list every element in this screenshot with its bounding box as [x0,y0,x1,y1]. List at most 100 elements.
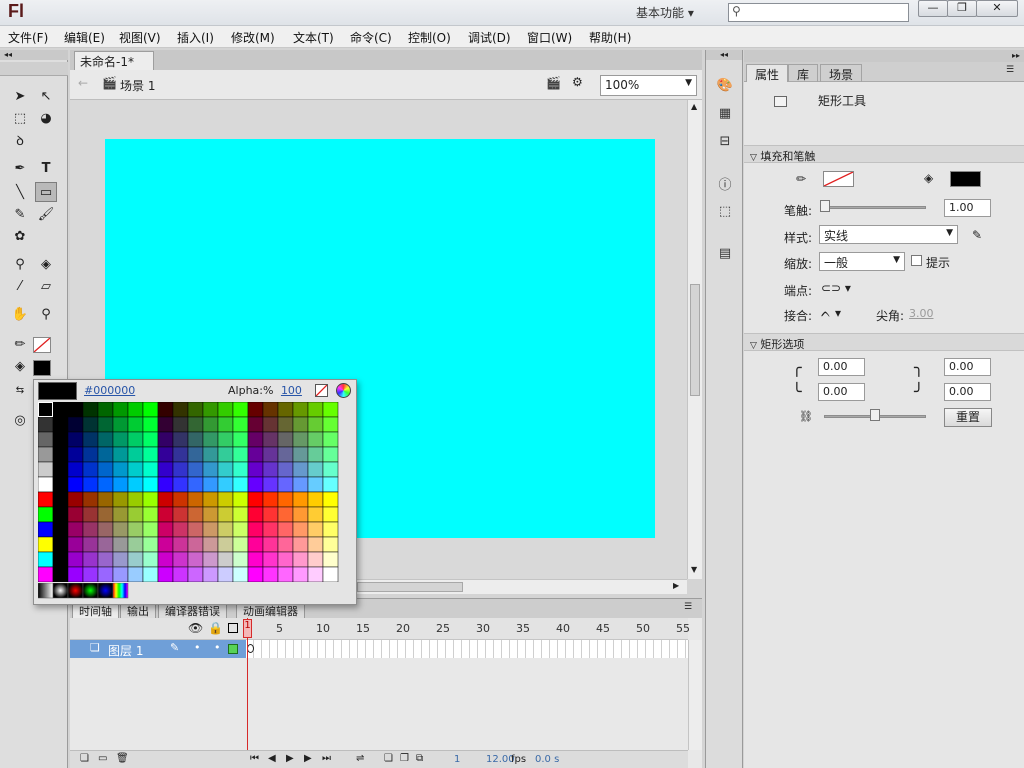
swatch-cell[interactable] [307,402,324,418]
swatch-cell[interactable] [157,446,174,463]
last-frame-icon[interactable]: ⏭ [322,753,331,764]
hex-color-value[interactable]: #000000 [84,384,135,397]
swatch-cell[interactable] [82,476,99,493]
fill-color-swatch[interactable] [33,360,51,376]
swatch-cell[interactable] [82,506,99,523]
edit-style-pencil-icon[interactable]: ✎ [972,228,982,242]
swatch-cell[interactable] [277,446,294,463]
swatch-cell[interactable] [217,431,234,448]
swatch-cell[interactable] [217,476,234,493]
swatch-cell[interactable] [322,566,339,582]
swatch-cell[interactable] [217,551,234,568]
swatch-cell[interactable] [292,521,309,538]
swatch-grid[interactable] [38,402,354,582]
swatch-cell[interactable] [262,506,279,523]
swatch-cell[interactable] [67,402,84,418]
swatch-cell[interactable] [52,446,69,463]
menu-control[interactable]: 控制(O) [408,29,451,46]
swatch-cell[interactable] [82,491,99,508]
swatch-cell[interactable] [202,446,219,463]
swatch-cell[interactable] [247,461,264,478]
swatch-cell[interactable] [127,506,144,523]
tools-grip[interactable] [0,62,68,76]
swatch-cell[interactable] [112,461,129,478]
stroke-color-swatch[interactable] [823,171,854,187]
menu-help[interactable]: 帮助(H) [589,29,631,46]
swatch-cell[interactable] [38,476,54,493]
scroll-up-arrow[interactable]: ▲ [691,102,697,111]
align-panel-icon[interactable]: ⊟ [714,130,736,152]
gradient-swatch[interactable] [52,583,69,599]
swatch-cell[interactable] [292,491,309,508]
swatch-cell[interactable] [292,506,309,523]
swatch-cell[interactable] [97,476,114,493]
edit-scene-icon[interactable]: 🎬 [546,76,561,90]
props-collapse-bar[interactable]: ▸▸ [744,50,1024,62]
swatch-cell[interactable] [277,431,294,448]
swatch-cell[interactable] [232,431,249,448]
swatch-cell[interactable] [262,446,279,463]
swatch-cell[interactable] [322,476,339,493]
deco-tool-icon[interactable]: ✿ [9,226,31,246]
swatch-cell[interactable] [202,402,219,418]
swatch-cell[interactable] [247,416,264,433]
alpha-value[interactable]: 100 [281,384,302,397]
swatch-cell[interactable] [82,416,99,433]
swatch-cell[interactable] [247,476,264,493]
swatch-cell[interactable] [142,521,159,538]
swatch-cell[interactable] [127,521,144,538]
swatch-cell[interactable] [157,551,174,568]
lasso-tool-icon[interactable]: ꝺ [9,130,31,150]
swatch-cell[interactable] [232,461,249,478]
fill-color-swatch[interactable] [950,171,981,187]
swatch-cell[interactable] [262,431,279,448]
swatch-cell[interactable] [187,536,204,553]
swatch-cell[interactable] [307,566,324,582]
swatch-cell[interactable] [112,506,129,523]
stage-vertical-scrollbar[interactable]: ▲ ▼ [687,100,702,579]
swatch-cell[interactable] [232,506,249,523]
scale-select[interactable]: 一般 ▼ [819,252,905,271]
swatch-cell[interactable] [247,491,264,508]
loop-icon[interactable]: ⇌ [356,753,364,764]
current-frame-value[interactable]: 1 [454,754,460,765]
transform-panel-icon[interactable]: ⬚ [714,200,736,222]
menu-commands[interactable]: 命令(C) [350,29,392,46]
swatch-cell[interactable] [187,416,204,433]
swatch-cell[interactable] [67,431,84,448]
swatch-cell[interactable] [142,476,159,493]
swatch-cell[interactable] [52,402,69,418]
swatch-cell[interactable] [97,461,114,478]
swatch-cell[interactable] [82,536,99,553]
swatch-cell[interactable] [112,431,129,448]
swatch-cell[interactable] [292,402,309,418]
swatch-cell[interactable] [67,566,84,582]
scroll-right-arrow[interactable]: ▶ [673,581,679,590]
gradient-swatch[interactable] [38,583,54,599]
swatch-cell[interactable] [157,476,174,493]
swatch-cell[interactable] [247,551,264,568]
swatch-cell[interactable] [217,416,234,433]
no-color-icon[interactable] [315,384,328,397]
menu-window[interactable]: 窗口(W) [527,29,572,46]
swatch-cell[interactable] [112,476,129,493]
subselection-tool-icon[interactable]: ↖ [35,86,57,106]
swatch-cell[interactable] [202,476,219,493]
swatch-cell[interactable] [172,476,189,493]
swatch-cell[interactable] [97,506,114,523]
swatch-cell[interactable] [202,461,219,478]
eyedropper-tool-icon[interactable]: ⁄ [9,276,31,296]
swatch-cell[interactable] [292,476,309,493]
menu-edit[interactable]: 编辑(E) [64,29,105,46]
swatch-cell[interactable] [142,551,159,568]
swatch-cell[interactable] [172,551,189,568]
swatch-cell[interactable] [277,536,294,553]
swatch-cell[interactable] [187,476,204,493]
swatch-cell[interactable] [232,416,249,433]
swatch-cell[interactable] [67,536,84,553]
swatch-cell[interactable] [82,566,99,582]
swatch-cell[interactable] [217,402,234,418]
menu-text[interactable]: 文本(T) [293,29,334,46]
restore-button[interactable]: ❐ [947,0,977,17]
swatch-cell[interactable] [247,506,264,523]
